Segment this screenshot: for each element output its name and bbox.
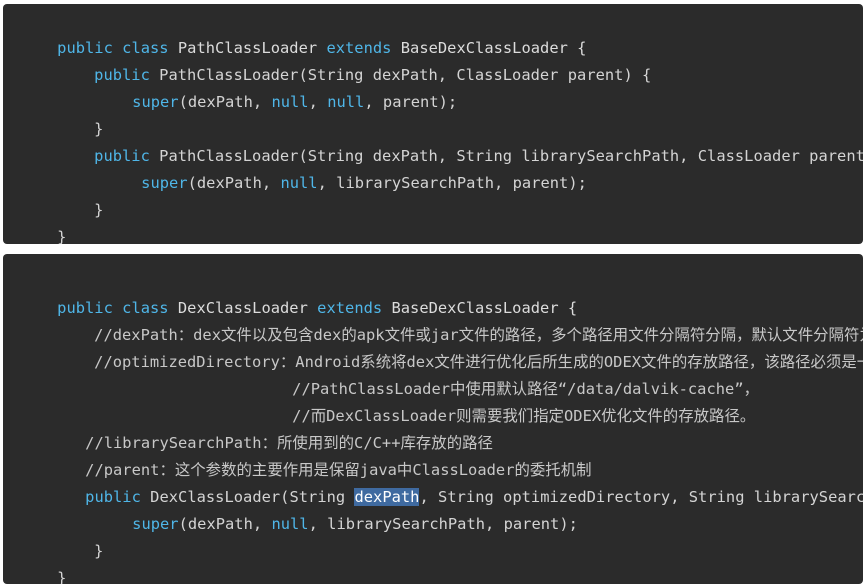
code-line: } [20,548,66,584]
code-token: } [94,542,104,560]
code-token: super [132,515,179,533]
code-token: , [308,93,328,111]
code-token: , librarySearchPath, parent); [317,174,587,192]
code-line: } [20,207,66,244]
code-token: null [271,515,309,533]
code-token: } [57,569,67,584]
code-line: super(dexPath, null, librarySearchPath, … [104,153,587,213]
code-token: , parent); [364,93,458,111]
code-token: (dexPath, [178,515,272,533]
code-token: null [280,174,318,192]
code-token: null [271,93,309,111]
code-block-dex-class-loader: public class DexClassLoader extends Base… [3,254,863,584]
code-token: } [57,228,67,244]
code-token: } [94,201,104,219]
code-line: super(dexPath, null, null, parent); [95,72,457,132]
code-token: (dexPath, [178,93,272,111]
code-block-path-class-loader: public class PathClassLoader extends Bas… [3,4,863,244]
code-token: super [132,93,179,111]
code-line: super(dexPath, null, librarySearchPath, … [95,494,578,554]
code-token: null [327,93,365,111]
code-token: (dexPath, [187,174,281,192]
code-token: , librarySearchPath, parent); [308,515,578,533]
code-token: super [141,174,188,192]
